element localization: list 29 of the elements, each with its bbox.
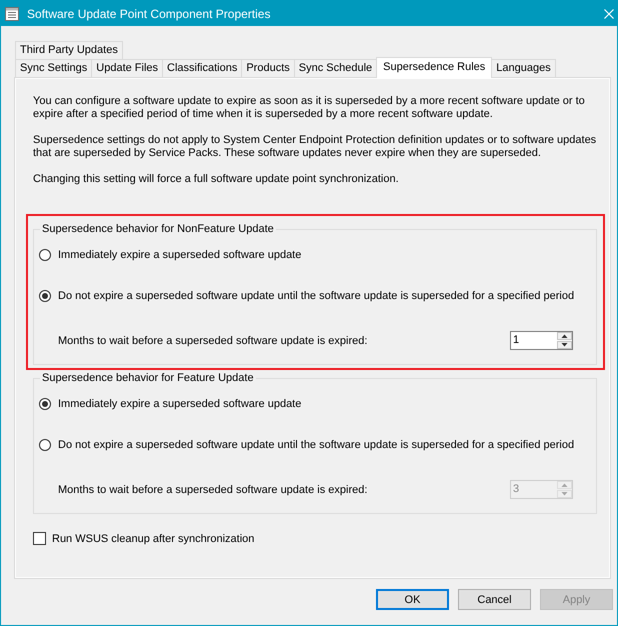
group-title: Supersedence behavior for Feature Update bbox=[41, 371, 255, 385]
radio-button[interactable] bbox=[39, 290, 51, 302]
option-label: Immediately expire a superseded software update bbox=[58, 398, 302, 410]
list-document-icon bbox=[5, 6, 19, 20]
months-label: Months to wait before a superseded software update is expired: bbox=[58, 334, 368, 346]
option-label: Do not expire a superseded software update until the software update is superseded for a specified period bbox=[58, 439, 574, 451]
close-icon[interactable] bbox=[604, 8, 614, 18]
dialog-button[interactable]: OK bbox=[376, 589, 449, 610]
dialog-button[interactable]: Cancel bbox=[458, 589, 531, 610]
months-label: Months to wait before a superseded software update is expired: bbox=[58, 484, 368, 496]
option-label: Do not expire a superseded software update until the software update is superseded for a specified period bbox=[58, 290, 574, 302]
tab[interactable]: Third Party Updates bbox=[15, 41, 123, 59]
option-label: Immediately expire a superseded software update bbox=[58, 249, 302, 261]
checkbox[interactable] bbox=[33, 532, 46, 545]
radio-button[interactable] bbox=[39, 249, 51, 261]
description-text: You can configure a software update to expire as soon as it is superseded by a more recent software update or to expire after a specified period of time when it is superseded by a more recent software update. bbox=[33, 95, 586, 121]
window-title: Software Update Point Component Properties bbox=[27, 6, 272, 20]
tab[interactable]: Languages bbox=[491, 59, 556, 77]
description-text: Changing this setting will force a full software update point synchronization. bbox=[33, 173, 400, 186]
group-title: Supersedence behavior for NonFeature Update bbox=[41, 222, 275, 236]
spinner-value: 1 bbox=[512, 333, 520, 348]
spinner-value: 3 bbox=[512, 482, 520, 497]
description-text: Supersedence settings do not apply to System Center Endpoint Protection definition updates or to software updates that are superseded by Service Packs. These software updates never expire when they are superseded. bbox=[33, 134, 598, 160]
tab[interactable]: Supersedence Rules bbox=[376, 57, 492, 78]
radio-button[interactable] bbox=[39, 439, 51, 451]
checkbox-label: Run WSUS cleanup after synchronization bbox=[52, 532, 254, 544]
radio-button[interactable] bbox=[39, 398, 51, 410]
tab[interactable]: Sync Settings bbox=[15, 59, 92, 77]
months-spinner[interactable]: 1 bbox=[510, 331, 573, 350]
